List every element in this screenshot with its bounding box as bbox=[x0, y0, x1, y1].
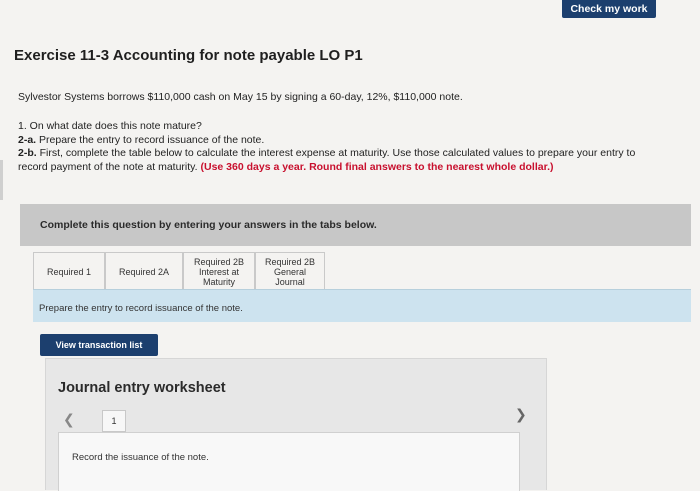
requirement-2b-label: 2-b. bbox=[18, 147, 37, 159]
requirement-2b: 2-b. First, complete the table below to … bbox=[18, 147, 658, 174]
requirement-2a-label: 2-a. bbox=[18, 133, 37, 146]
tab-required-2b-journal[interactable]: Required 2B General Journal bbox=[255, 252, 325, 290]
tab-label-line: Required 2B bbox=[193, 256, 245, 267]
tab-instruction: Prepare the entry to record issuance of … bbox=[39, 303, 243, 314]
requirement-1: 1. On what date does this note mature? bbox=[18, 120, 202, 132]
tab-label-line: Journal bbox=[275, 276, 305, 287]
requirement-tabs: Required 1 Required 2A Required 2B Inter… bbox=[33, 252, 325, 290]
chevron-left-icon[interactable]: ❮ bbox=[63, 411, 75, 428]
requirement-2a-text: Prepare the entry to record issuance of … bbox=[39, 133, 265, 146]
requirement-2a: 2-a. Prepare the entry to record issuanc… bbox=[18, 134, 658, 148]
requirement-2b-instruction: (Use 360 days a year. Round final answer… bbox=[200, 160, 554, 173]
page-edge-marker bbox=[0, 160, 3, 200]
tab-required-2b-interest-label: Required 2B Interest at Maturity bbox=[194, 257, 244, 287]
tab-label-line: Interest at bbox=[198, 266, 239, 277]
panel-instruction: Complete this question by entering your … bbox=[40, 219, 377, 231]
exercise-title: Exercise 11-3 Accounting for note payabl… bbox=[14, 47, 363, 64]
view-transaction-list-button[interactable]: View transaction list bbox=[40, 334, 158, 356]
requirements-list: 1. On what date does this note mature? 2… bbox=[18, 120, 658, 174]
record-entry-box: Record the issuance of the note. bbox=[58, 432, 520, 491]
record-instruction: Record the issuance of the note. bbox=[72, 452, 209, 463]
question-instruction-panel: Complete this question by entering your … bbox=[20, 204, 691, 246]
tab-label-line: Maturity bbox=[202, 276, 235, 287]
page-number-button[interactable]: 1 bbox=[102, 410, 126, 432]
check-my-work-button[interactable]: Check my work bbox=[562, 0, 656, 18]
worksheet-pager: ❮ 1 ❯ bbox=[58, 406, 528, 432]
tab-required-2b-journal-label: Required 2B General Journal bbox=[265, 257, 315, 287]
tab-required-2a[interactable]: Required 2A bbox=[105, 252, 183, 290]
chevron-right-icon[interactable]: ❯ bbox=[515, 406, 527, 423]
tab-label-line: Required 2B bbox=[264, 256, 316, 267]
worksheet-title: Journal entry worksheet bbox=[58, 380, 226, 396]
tab-required-1[interactable]: Required 1 bbox=[33, 252, 105, 290]
tab-instruction-bar: Prepare the entry to record issuance of … bbox=[33, 289, 691, 322]
journal-entry-worksheet: Journal entry worksheet ❮ 1 ❯ Record the… bbox=[45, 358, 547, 491]
tab-label-line: General bbox=[273, 266, 306, 277]
exercise-intro: Sylvestor Systems borrows $110,000 cash … bbox=[18, 91, 463, 103]
tab-required-2b-interest[interactable]: Required 2B Interest at Maturity bbox=[183, 252, 255, 290]
